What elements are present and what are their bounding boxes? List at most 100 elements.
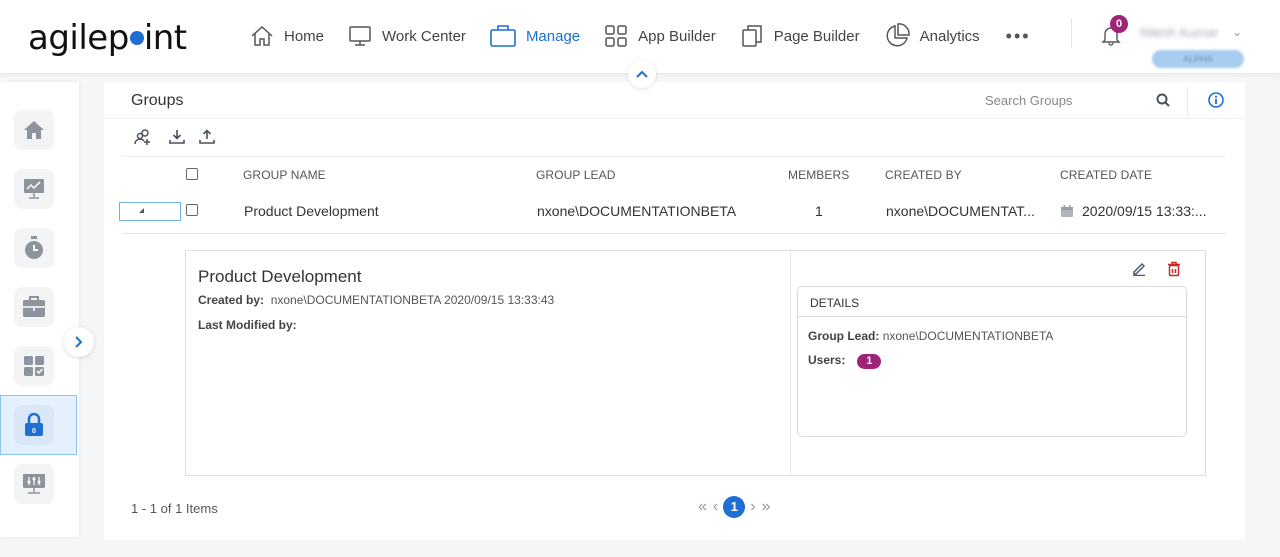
sidebar-item-apps[interactable] <box>14 346 54 386</box>
import-button[interactable] <box>169 129 185 150</box>
briefcase-icon <box>490 25 516 47</box>
trash-icon <box>1168 261 1180 277</box>
sidebar-item-security[interactable]: 0 <box>14 405 54 445</box>
info-button[interactable] <box>1208 92 1224 113</box>
apps-check-icon <box>24 356 44 376</box>
cell-group-lead: nxone\DOCUMENTATIONBETA <box>537 203 737 219</box>
header-separator <box>1187 87 1188 117</box>
sidebar-item-home[interactable] <box>14 110 54 150</box>
collapse-header-button[interactable] <box>628 60 656 88</box>
pie-chart-icon <box>886 23 910 47</box>
group-lead-label: Group Lead: <box>808 329 880 343</box>
nav-app-builder[interactable]: App Builder <box>604 22 716 50</box>
prev-page-button[interactable]: ‹ <box>713 498 718 516</box>
lock-icon: 0 <box>25 413 43 436</box>
user-role-badge: ALPHA <box>1152 50 1244 68</box>
sidebar-item-work[interactable] <box>14 287 54 327</box>
users-count-badge[interactable]: 1 <box>857 354 882 369</box>
grid-icon <box>605 25 627 47</box>
pager-info: 1 - 1 of 1 Items <box>131 501 218 516</box>
monitor-icon <box>349 26 371 46</box>
download-icon <box>169 130 185 144</box>
sidebar-item-timer[interactable] <box>14 228 54 268</box>
nav-work-center[interactable]: Work Center <box>348 22 466 50</box>
logo-text-prefix: agilep <box>28 18 129 58</box>
created-date-text: 2020/09/15 13:33:... <box>1082 203 1207 219</box>
agilepoint-logo[interactable]: agilep int <box>28 18 187 58</box>
column-header-members[interactable]: MEMBERS <box>788 168 849 182</box>
sidebar-item-system[interactable] <box>14 464 54 504</box>
detail-created-by: Created by: nxone\DOCUMENTATIONBETA 2020… <box>198 293 554 307</box>
nav-more-button[interactable]: ••• <box>1006 26 1031 47</box>
search-button[interactable] <box>1156 93 1170 112</box>
chevron-down-icon[interactable]: ⌄ <box>1232 25 1242 39</box>
nav-manage[interactable]: Manage <box>490 22 580 50</box>
created-by-label: Created by: <box>198 293 265 307</box>
nav-analytics[interactable]: Analytics <box>884 22 980 50</box>
home-icon <box>24 121 44 139</box>
column-header-group-lead[interactable]: GROUP LEAD <box>536 168 615 182</box>
add-users-icon <box>134 129 150 145</box>
nav-analytics-label: Analytics <box>919 27 980 45</box>
calendar-icon <box>1061 205 1073 217</box>
column-header-created-date[interactable]: CREATED DATE <box>1060 168 1152 182</box>
cell-created-date: 2020/09/15 13:33:... <box>1061 203 1207 219</box>
info-icon <box>1208 92 1224 108</box>
details-card-title: DETAILS <box>798 287 1186 317</box>
details-card: DETAILS Group Lead: nxone\DOCUMENTATIONB… <box>797 286 1187 437</box>
select-all-checkbox[interactable] <box>186 168 198 180</box>
current-page-button[interactable]: 1 <box>723 496 746 518</box>
nav-page-builder-label: Page Builder <box>773 27 860 45</box>
group-lead-value: nxone\DOCUMENTATIONBETA <box>882 329 1054 343</box>
expand-sidebar-button[interactable] <box>64 327 94 357</box>
cell-group-name: Product Development <box>244 203 379 219</box>
created-by-value: nxone\DOCUMENTATIONBETA 2020/09/15 13:33… <box>270 293 555 307</box>
delete-group-button[interactable] <box>1167 261 1181 282</box>
row-checkbox[interactable] <box>186 204 198 216</box>
nav-app-builder-label: App Builder <box>638 27 716 45</box>
search-input[interactable] <box>985 93 1145 108</box>
expand-triangle-icon <box>139 208 144 213</box>
group-detail-panel: Product Development Created by: nxone\DO… <box>185 250 1206 476</box>
next-page-button[interactable]: › <box>750 498 755 516</box>
user-menu[interactable]: Nilesh Kumar <box>1140 25 1218 40</box>
logo-dot <box>129 30 144 45</box>
row-divider <box>122 233 1226 234</box>
detail-group-lead: Group Lead: nxone\DOCUMENTATIONBETA <box>808 329 1053 343</box>
users-label: Users: <box>808 353 846 367</box>
chevron-up-icon <box>636 70 648 78</box>
detail-users: Users: 1 <box>808 353 882 369</box>
nav-home-label: Home <box>284 27 325 45</box>
upload-icon <box>199 129 215 144</box>
export-button[interactable] <box>199 129 215 150</box>
title-divider <box>104 118 1245 119</box>
detail-last-modified: Last Modified by: <box>198 318 297 332</box>
groups-panel: Groups GROUP NAME GROUP LEAD MEMBERS CRE… <box>104 82 1245 540</box>
sliders-monitor-icon <box>23 474 45 494</box>
last-modified-label: Last Modified by: <box>198 318 297 332</box>
cell-created-by: nxone\DOCUMENTAT... <box>886 203 1035 219</box>
search-icon <box>1156 93 1170 107</box>
first-page-button[interactable]: « <box>698 498 707 516</box>
page-title: Groups <box>131 92 184 109</box>
briefcase-icon <box>23 296 45 317</box>
row-expand-toggle[interactable] <box>119 202 181 221</box>
cell-members: 1 <box>815 203 823 219</box>
table-top-divider <box>122 156 1226 157</box>
column-header-created-by[interactable]: CREATED BY <box>885 168 962 182</box>
sidebar-item-analytics[interactable] <box>14 169 54 209</box>
detail-title: Product Development <box>198 267 362 286</box>
last-page-button[interactable]: » <box>762 498 771 516</box>
detail-column-divider <box>790 251 791 475</box>
nav-page-builder[interactable]: Page Builder <box>740 22 860 50</box>
notification-count-badge: 0 <box>1110 15 1128 33</box>
stopwatch-icon <box>25 236 43 259</box>
nav-work-center-label: Work Center <box>382 27 466 45</box>
column-header-group-name[interactable]: GROUP NAME <box>243 168 326 182</box>
chevron-right-icon <box>75 336 83 348</box>
add-group-button[interactable] <box>134 129 152 151</box>
edit-group-button[interactable] <box>1132 261 1146 281</box>
nav-home[interactable]: Home <box>250 22 324 50</box>
sidebar: 0 <box>0 82 79 537</box>
logo-text-suffix: int <box>143 18 187 58</box>
